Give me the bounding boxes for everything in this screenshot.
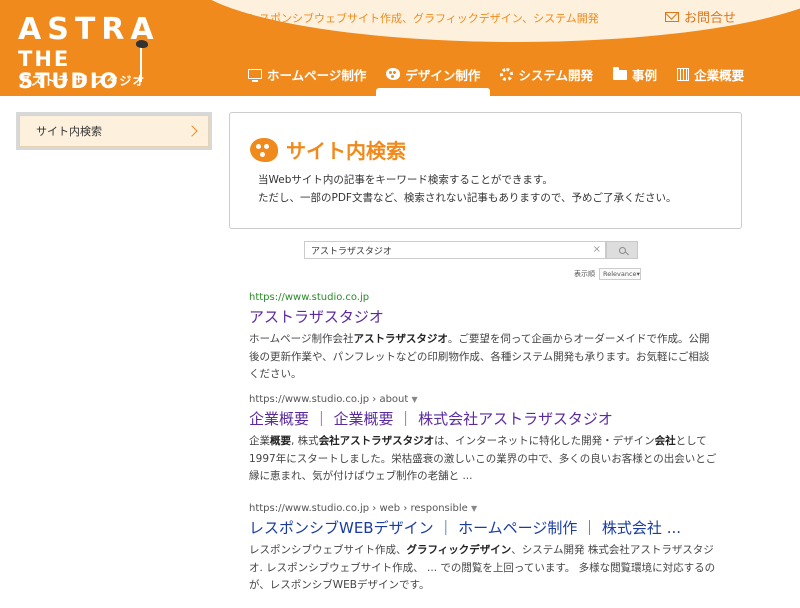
sort-control: 表示順 Relevance ▾ bbox=[574, 268, 641, 280]
nav-label: デザイン制作 bbox=[405, 67, 481, 83]
site-tagline: レスポンシブウェブサイト作成、グラフィックデザイン、システム開発 bbox=[248, 12, 599, 25]
search-bar: アストラザスタジオ × bbox=[304, 241, 638, 259]
description-line: 当Webサイト内の記事をキーワード検索することができます。 bbox=[258, 174, 553, 186]
result-url-text: https://www.studio.co.jp › about bbox=[249, 394, 409, 405]
result-url-text: https://www.studio.co.jp › web › respons… bbox=[249, 503, 468, 514]
sort-label: 表示順 bbox=[574, 270, 595, 278]
page-title-text: サイト内検索 bbox=[286, 139, 406, 163]
palette-icon bbox=[386, 68, 401, 80]
contact-label: お問合せ bbox=[684, 11, 737, 26]
chevron-down-icon: ▾ bbox=[636, 270, 640, 278]
site-header: レスポンシブウェブサイト作成、グラフィックデザイン、システム開発 お問合せ AS… bbox=[0, 0, 800, 96]
site-logo[interactable]: ASTRA THE STUDIO アストラ ザ スタジオ bbox=[18, 14, 158, 93]
contact-link[interactable]: お問合せ bbox=[665, 7, 736, 26]
folder-icon bbox=[613, 67, 628, 80]
sort-value: Relevance bbox=[603, 270, 637, 278]
palette-icon bbox=[250, 137, 278, 162]
search-button[interactable] bbox=[606, 241, 638, 259]
nav-label: ホームページ制作 bbox=[267, 67, 367, 83]
nav-design[interactable]: デザイン制作 bbox=[376, 62, 491, 96]
sidebar-item-site-search[interactable]: サイト内検索 bbox=[19, 115, 209, 147]
search-input[interactable]: アストラザスタジオ × bbox=[304, 241, 606, 259]
result-url: https://www.studio.co.jp › web › respons… bbox=[249, 503, 719, 514]
search-query: アストラザスタジオ bbox=[311, 246, 392, 257]
result-snippet: ホームページ制作会社アストラザスタジオ。ご要望を伺って企画からオーダーメイドで作… bbox=[249, 333, 710, 380]
result-url: https://www.studio.co.jp bbox=[249, 292, 370, 303]
sidebar: サイト内検索 bbox=[16, 112, 212, 150]
clear-icon[interactable]: × bbox=[593, 244, 601, 255]
nav-system[interactable]: システム開発 bbox=[490, 62, 603, 86]
description-line: ただし、一部のPDF文書など、検索されない記事もありますので、予めご了承ください… bbox=[258, 192, 677, 204]
nav-label: 企業概要 bbox=[694, 67, 745, 83]
mail-icon bbox=[665, 11, 679, 22]
nav-label: システム開発 bbox=[518, 67, 594, 83]
page-title: サイト内検索 bbox=[250, 135, 406, 164]
result-snippet: 企業概要, 株式会社アストラザスタジオは、インターネットに特化した開発・デザイン… bbox=[249, 435, 717, 482]
search-result: https://www.studio.co.jp › about ▼ 企業概要 … bbox=[249, 394, 719, 486]
nav-label: 事例 bbox=[632, 67, 658, 83]
bird-icon bbox=[136, 40, 148, 48]
result-title-link[interactable]: レスポンシブWEBデザイン ｜ ホームページ制作 ｜ 株式会社 ... bbox=[249, 517, 719, 538]
sort-select[interactable]: Relevance ▾ bbox=[599, 268, 641, 280]
caret-down-icon[interactable]: ▼ bbox=[412, 395, 418, 404]
page-description: 当Webサイト内の記事をキーワード検索することができます。 ただし、一部のPDF… bbox=[258, 171, 677, 207]
result-url: https://www.studio.co.jp › about ▼ bbox=[249, 394, 719, 405]
result-title-link[interactable]: 企業概要 ｜ 企業概要 ｜ 株式会社アストラザスタジオ bbox=[249, 408, 719, 429]
gear-icon bbox=[500, 67, 514, 81]
search-icon bbox=[618, 246, 626, 254]
result-title-link[interactable]: アストラザスタジオ bbox=[249, 306, 719, 327]
result-snippet: レスポンシブウェブサイト作成、グラフィックデザイン、システム開発 株式会社アスト… bbox=[249, 544, 716, 591]
search-result: https://www.studio.co.jp アストラザスタジオ ホームペー… bbox=[249, 292, 719, 384]
nav-company[interactable]: 企業概要 bbox=[667, 62, 754, 86]
monitor-icon bbox=[248, 69, 262, 82]
main-nav: ホームページ制作 デザイン制作 システム開発 事例 企業概要 bbox=[238, 62, 754, 96]
nav-homepage[interactable]: ホームページ制作 bbox=[238, 62, 376, 86]
logo-kana: アストラ ザ スタジオ bbox=[18, 74, 146, 88]
page-intro-box: サイト内検索 当Webサイト内の記事をキーワード検索することができます。 ただし… bbox=[229, 112, 742, 229]
building-icon bbox=[677, 67, 690, 81]
search-result: https://www.studio.co.jp › web › respons… bbox=[249, 503, 719, 595]
caret-down-icon[interactable]: ▼ bbox=[471, 504, 477, 513]
sidebar-item-label: サイト内検索 bbox=[36, 125, 102, 138]
nav-cases[interactable]: 事例 bbox=[603, 62, 667, 86]
chevron-right-icon bbox=[186, 125, 198, 137]
